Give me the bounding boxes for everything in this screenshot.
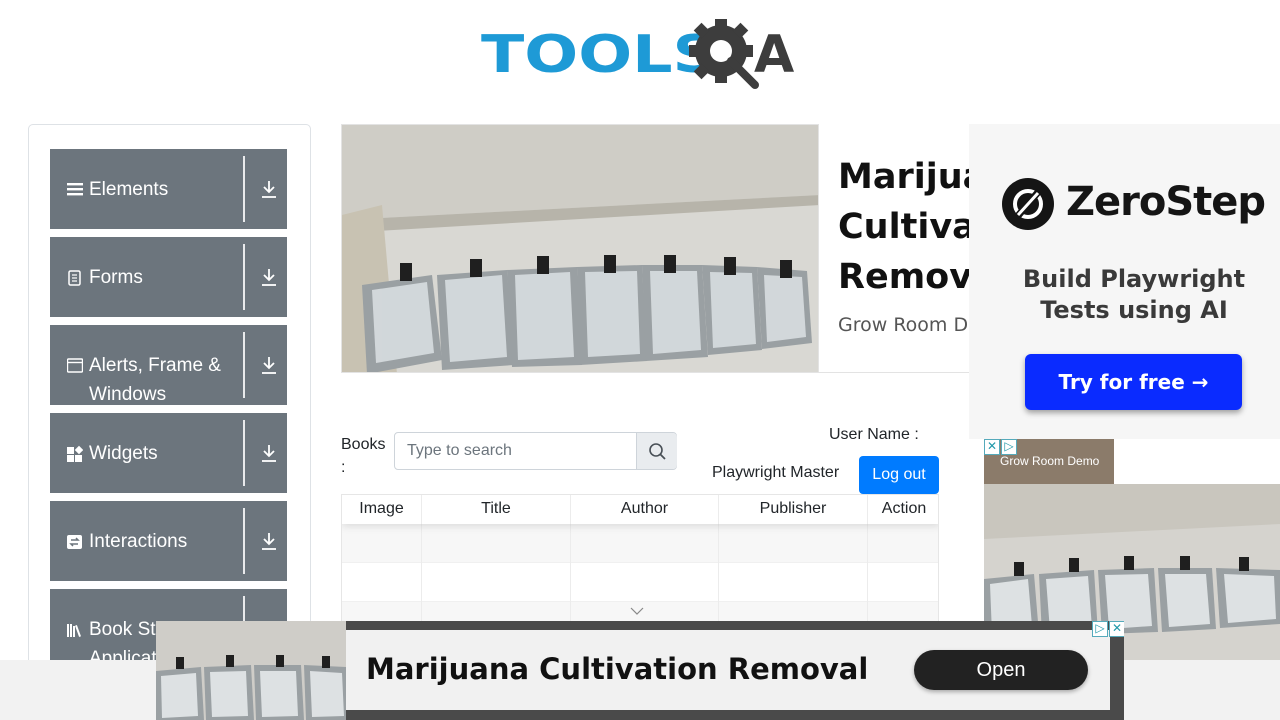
adchoices-icon[interactable]: ▷ xyxy=(1001,439,1017,455)
search-button[interactable] xyxy=(636,433,677,469)
table-cell xyxy=(571,524,719,563)
grow-light-photo xyxy=(342,125,818,372)
gear-magnifier-icon xyxy=(689,19,759,89)
download-icon[interactable] xyxy=(260,442,278,464)
divider xyxy=(243,420,245,486)
search-input[interactable] xyxy=(396,434,634,468)
download-icon[interactable] xyxy=(260,178,278,200)
zerostep-brand: ZeroStep xyxy=(1066,179,1266,225)
column-header-author[interactable]: Author xyxy=(571,495,719,524)
chevron-down-icon xyxy=(630,607,644,615)
divider xyxy=(243,244,245,310)
try-for-free-button[interactable]: Try for free → xyxy=(1025,354,1242,410)
document-icon xyxy=(68,270,81,286)
user-name-value: Playwright Master xyxy=(712,464,840,481)
sidebar-group-label: Interactions xyxy=(89,531,188,552)
logo-letter-a: A xyxy=(754,25,795,85)
logo-wordmark: TOOLS xyxy=(481,25,719,85)
download-icon[interactable] xyxy=(260,354,278,376)
column-header-publisher[interactable]: Publisher xyxy=(719,495,868,524)
download-icon[interactable] xyxy=(260,266,278,288)
divider xyxy=(819,372,969,373)
close-ad-icon[interactable]: ✕ xyxy=(1109,621,1124,637)
table-cell xyxy=(342,563,422,602)
window-icon xyxy=(67,358,83,373)
download-icon[interactable] xyxy=(260,530,278,552)
close-ad-icon[interactable]: ✕ xyxy=(984,439,1000,455)
table-cell xyxy=(342,524,422,563)
books-table: Image Title Author Publisher Action xyxy=(341,494,939,629)
sidebar-group-label: Alerts, Frame & Windows xyxy=(89,355,221,405)
ad-title: Marijuana Cultivation Removal xyxy=(366,652,869,686)
user-name-label: User Name : xyxy=(829,426,919,443)
table-row xyxy=(342,563,938,602)
sidebar-group-label: Elements xyxy=(89,179,169,200)
sidebar-group-widgets[interactable]: Widgets xyxy=(50,413,287,493)
ad-image xyxy=(156,621,346,720)
adchoices-icon[interactable]: ▷ xyxy=(1092,621,1108,637)
table-header: Image Title Author Publisher Action xyxy=(342,495,938,524)
search-icon xyxy=(649,443,666,460)
sidebar-group-elements[interactable]: Elements xyxy=(50,149,287,229)
column-header-action[interactable]: Action xyxy=(868,495,938,524)
divider xyxy=(243,508,245,574)
hamburger-icon xyxy=(67,183,83,196)
open-button[interactable]: Open xyxy=(914,650,1088,690)
table-cell xyxy=(719,524,868,563)
table-cell xyxy=(719,563,868,602)
hero-ad-image[interactable] xyxy=(341,124,819,373)
logout-button[interactable]: Log out xyxy=(859,456,939,494)
search-group xyxy=(394,432,677,470)
zerostep-ad[interactable]: ZeroStep Build Playwright Tests using AI… xyxy=(969,124,1280,439)
sidebar-group-alerts-frame-windows[interactable]: Alerts, Frame & Windows xyxy=(50,325,287,405)
table-cell xyxy=(422,524,571,563)
column-header-image[interactable]: Image xyxy=(342,495,422,524)
table-cell xyxy=(422,563,571,602)
hero-subtitle: Grow Room De xyxy=(838,314,980,336)
sidebar-group-label: Widgets xyxy=(89,443,158,464)
sidebar-group-interactions[interactable]: Interactions xyxy=(50,501,287,581)
toolsqa-logo[interactable]: TOOLS A xyxy=(481,15,803,91)
grow-light-photo xyxy=(156,621,346,720)
table-row xyxy=(342,524,938,563)
swap-icon xyxy=(67,535,82,549)
sidebar-group-label: Forms xyxy=(89,267,143,288)
sidebar-group-forms[interactable]: Forms xyxy=(50,237,287,317)
books-label: Books : xyxy=(341,436,386,476)
ad-card: Marijuana Cultivation Removal Open xyxy=(346,630,1110,710)
column-header-title[interactable]: Title xyxy=(422,495,571,524)
zerostep-logo-icon xyxy=(1002,178,1054,230)
table-cell xyxy=(571,563,719,602)
books-icon xyxy=(67,624,81,637)
divider xyxy=(243,156,245,222)
bottom-banner-ad[interactable]: Marijuana Cultivation Removal Open ▷ ✕ xyxy=(156,621,1124,720)
zerostep-tagline: Build Playwright Tests using AI xyxy=(1022,265,1246,324)
divider xyxy=(243,332,245,398)
widgets-icon xyxy=(67,445,83,462)
